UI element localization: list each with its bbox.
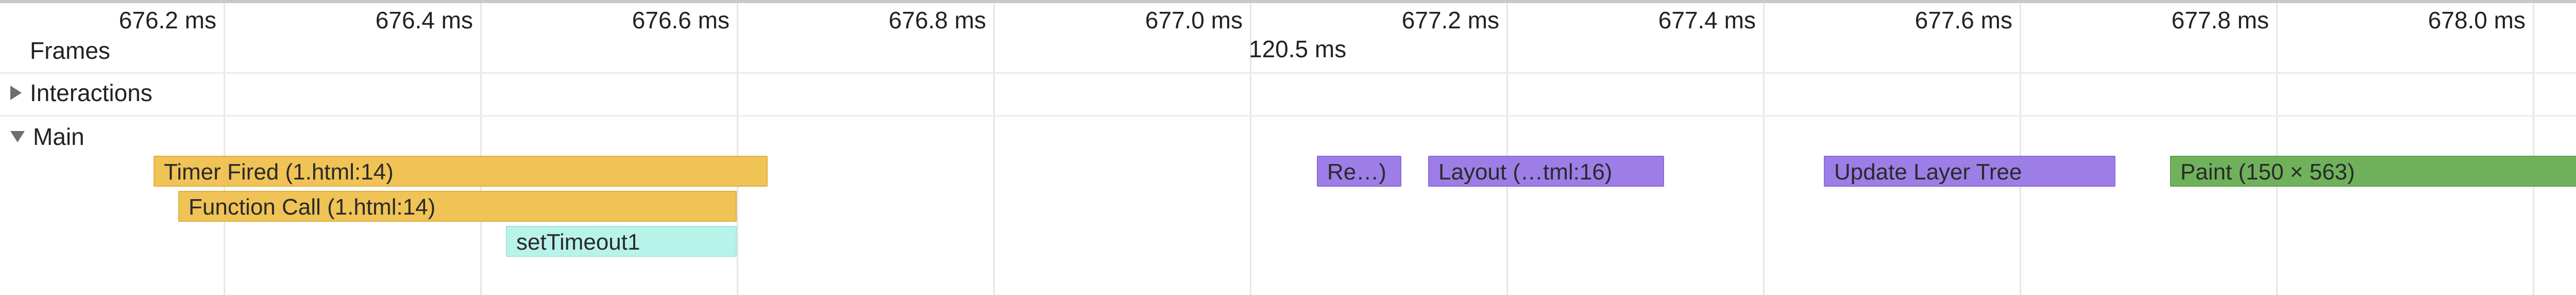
frame-duration[interactable]: 120.5 ms (1249, 37, 1346, 61)
tick-label: 677.0 ms (1145, 7, 1243, 34)
settimeout-event[interactable]: setTimeout1 (506, 226, 737, 257)
recalculate-style-event[interactable]: Re…) (1317, 156, 1401, 187)
layout-event[interactable]: Layout (…tml:16) (1428, 156, 1664, 187)
tick-label: 677.8 ms (2171, 7, 2269, 34)
tick-label: 677.6 ms (1914, 7, 2012, 34)
tick-label: 676.2 ms (118, 7, 216, 34)
tick-label: 677.4 ms (1658, 7, 1756, 34)
tick-label: 676.8 ms (888, 7, 986, 34)
disclosure-triangle-right-icon[interactable] (10, 86, 22, 100)
timer-fired-event[interactable]: Timer Fired (1.html:14) (154, 156, 768, 187)
function-call-event[interactable]: Function Call (1.html:14) (178, 191, 737, 222)
paint-event[interactable]: Paint (150 × 563) (2170, 156, 2576, 187)
frames-track-label: Frames (30, 37, 110, 64)
main-track-label: Main (33, 123, 84, 150)
interactions-track-label: Interactions (30, 79, 152, 106)
tick-label: 676.6 ms (632, 7, 730, 34)
tick-label: 677.2 ms (1401, 7, 1499, 34)
tick-label: 676.4 ms (375, 7, 473, 34)
interactions-track-header[interactable]: Interactions (10, 81, 152, 105)
tick-label: 678.0 ms (2428, 7, 2526, 34)
disclosure-triangle-down-icon[interactable] (10, 131, 25, 142)
performance-timeline[interactable]: 676.2 ms 676.4 ms 676.6 ms 676.8 ms 677.… (0, 0, 2576, 295)
main-track-header[interactable]: Main (10, 125, 84, 149)
main-thread-track[interactable]: Main Timer Fired (1.html:14) Function Ca… (0, 117, 2576, 295)
update-layer-tree-event[interactable]: Update Layer Tree (1824, 156, 2115, 187)
frames-track[interactable]: Frames 120.5 ms (0, 31, 2576, 74)
interactions-track[interactable]: Interactions (0, 74, 2576, 117)
